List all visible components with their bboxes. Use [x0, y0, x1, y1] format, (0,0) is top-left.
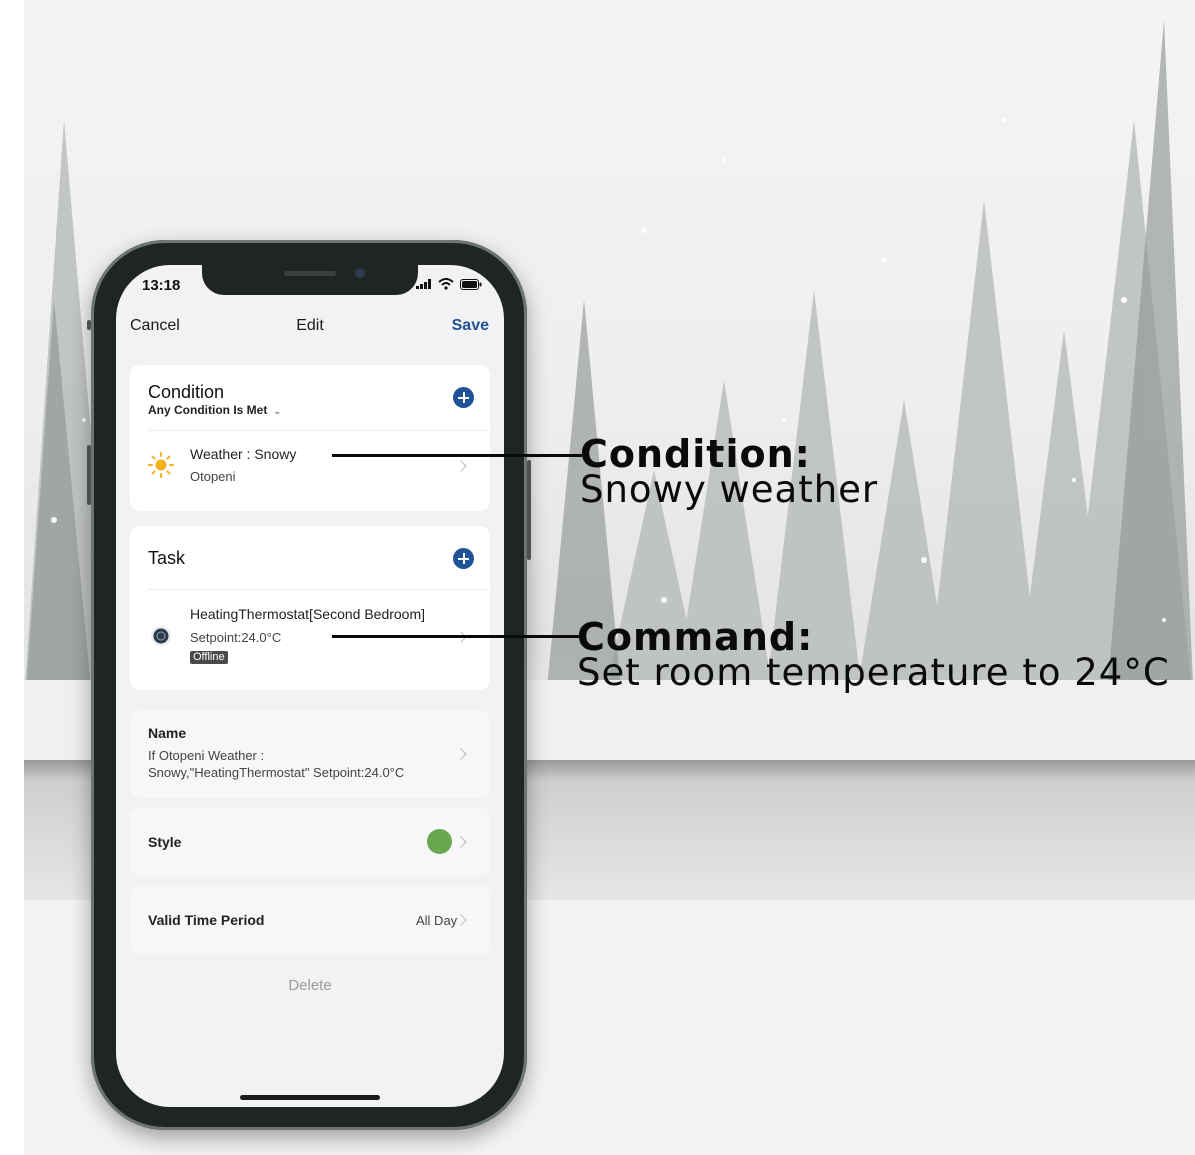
task-title: Task: [148, 548, 186, 568]
style-color-swatch: [427, 829, 452, 854]
chevron-right-icon: [455, 748, 467, 760]
command-callout-text: Set room temperature to 24°C: [577, 651, 1170, 694]
condition-callout-line: [332, 454, 582, 457]
condition-mode-dropdown[interactable]: Any Condition Is Met ⌄: [148, 403, 281, 417]
name-value-line2: Snowy,"HeatingThermostat" Setpoint:24.0°…: [148, 765, 405, 780]
name-row[interactable]: Name If Otopeni Weather : Snowy,"Heating…: [130, 710, 490, 798]
name-value-line1: If Otopeni Weather :: [148, 748, 265, 763]
status-time: 13:18: [142, 277, 181, 294]
name-label: Name: [148, 725, 187, 741]
signal-icon: [416, 279, 431, 289]
valid-time-label: Valid Time Period: [148, 912, 265, 928]
command-callout-line: [332, 635, 580, 638]
condition-card: Condition Any Condition Is Met ⌄ Weather…: [130, 365, 490, 511]
task-setpoint: Setpoint:24.0°C: [190, 630, 282, 645]
chevron-right-icon: [455, 460, 467, 472]
style-row[interactable]: Style: [130, 808, 490, 876]
home-indicator: [240, 1095, 380, 1100]
delete-button[interactable]: Delete: [116, 977, 504, 994]
nav-bar: Edit Cancel Save: [116, 317, 504, 341]
condition-title: Condition: [148, 382, 225, 402]
valid-time-row[interactable]: Valid Time Period All Day: [130, 885, 490, 955]
style-label: Style: [148, 834, 182, 850]
sun-icon: [148, 452, 174, 478]
offline-badge: Offline: [190, 651, 228, 664]
condition-callout-text: Snowy weather: [580, 468, 879, 511]
power-button: [527, 460, 531, 560]
add-condition-button[interactable]: [453, 387, 474, 408]
cancel-button[interactable]: Cancel: [130, 317, 180, 335]
notch: [202, 265, 418, 295]
condition-item-label: Weather : Snowy: [190, 446, 297, 462]
save-button[interactable]: Save: [452, 317, 489, 335]
phone-side-button: [87, 320, 91, 330]
thermostat-icon: [151, 626, 171, 646]
task-card: Task HeatingThermostat[Second Bedroom] S…: [130, 526, 490, 690]
status-icons: [416, 278, 482, 290]
speaker: [284, 271, 336, 276]
battery-icon: [460, 278, 482, 290]
camera: [355, 268, 365, 278]
chevron-down-icon: ⌄: [273, 406, 282, 416]
valid-time-value: All Day: [416, 913, 458, 928]
task-device-name: HeatingThermostat[Second Bedroom]: [190, 606, 426, 622]
phone-screen: 13:18 Edit Cancel Save Condition Any Con…: [116, 265, 504, 1107]
condition-item[interactable]: Weather : Snowy Otopeni: [130, 431, 490, 511]
add-task-button[interactable]: [453, 548, 474, 569]
task-item[interactable]: HeatingThermostat[Second Bedroom] Setpoi…: [130, 590, 490, 690]
condition-item-location: Otopeni: [190, 469, 236, 484]
volume-button: [87, 445, 91, 505]
chevron-right-icon: [455, 836, 467, 848]
condition-mode-label: Any Condition Is Met: [148, 403, 268, 417]
wifi-icon: [438, 278, 454, 290]
